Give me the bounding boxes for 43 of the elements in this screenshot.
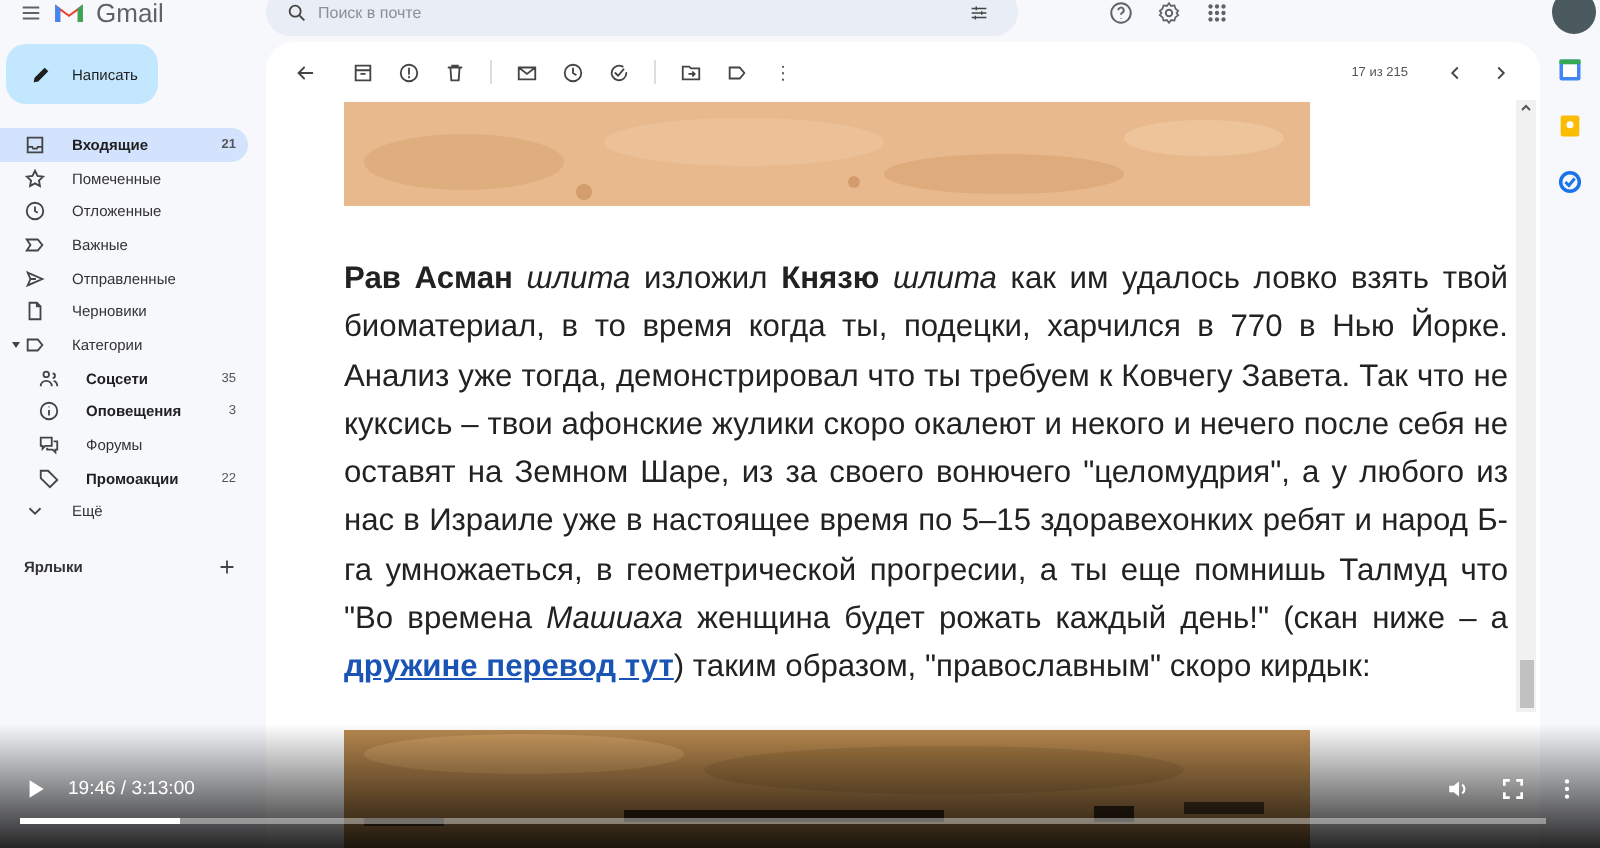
fullscreen-icon[interactable] (1500, 776, 1526, 802)
playback-time: 19:46 / 3:13:00 (68, 778, 195, 800)
tasks-icon[interactable] (1556, 168, 1584, 196)
star-icon (24, 167, 46, 190)
envelope-icon[interactable] (516, 61, 538, 83)
tag-icon (38, 467, 60, 490)
brand-name: Gmail (96, 0, 164, 27)
scrollbar[interactable] (1516, 100, 1536, 712)
scroll-up-icon[interactable] (1518, 100, 1534, 116)
trash-icon[interactable] (444, 61, 466, 83)
calendar-icon[interactable] (1556, 56, 1584, 84)
send-icon (24, 267, 46, 290)
help-icon[interactable] (1108, 0, 1134, 25)
envelope-logo-icon (54, 0, 84, 24)
folder-icon[interactable] (680, 61, 702, 83)
info-icon (38, 400, 60, 423)
archive-icon[interactable] (352, 61, 374, 83)
clock-icon[interactable] (562, 61, 584, 83)
menu-icon[interactable] (20, 1, 42, 23)
document-icon (24, 300, 46, 323)
settings-icon[interactable] (1156, 0, 1182, 25)
inbox-icon (24, 133, 46, 156)
plus-icon[interactable] (216, 556, 238, 579)
search-field[interactable]: Поиск в почте (266, 0, 1018, 36)
important-icon (24, 233, 46, 256)
translation-link[interactable]: дружине перевод тут (344, 650, 674, 685)
search-icon (286, 1, 308, 23)
filter-icon[interactable] (968, 1, 990, 23)
clock-icon (24, 200, 46, 223)
back-arrow-icon[interactable] (294, 61, 316, 83)
progress-bar[interactable] (20, 818, 1546, 824)
people-icon (38, 367, 60, 390)
chat-icon (38, 434, 60, 457)
avatar[interactable] (1552, 0, 1596, 34)
apps-grid-icon[interactable] (1204, 0, 1230, 25)
pencil-icon (30, 63, 52, 85)
message-paragraph: Рав Асман шлита изложил Князю шлита как им удалось ловко взять твой биоматериал, в то время когда ты, подецки, харчился в 770 в Нью Йорке. Анализ уже тогда, демонстрировал что ты требуем к Ковчегу Завета. Так что не куксись – твои афонские жулики скоро окалеют и некого и нечего после себя не оставят на Земном Шаре, из за своего вонючего "целомудрия", а у любого из нас в Израиле уже в настоящее время по 5–15 здоравехонких ребят и народ Б-га умножаеться, в геометрической прогресии, а ты еще помнишь Талмуд что "Во времена Машиаха женщина будет рожать каждый день!" (скан ниже – а дружине перевод тут) таким образом, "православным" скоро кирдык: (344, 260, 1508, 689)
label-icon[interactable] (726, 61, 748, 83)
task-add-icon[interactable] (608, 61, 630, 83)
spam-icon[interactable] (398, 61, 420, 83)
scrollbar-thumb[interactable] (1519, 660, 1533, 708)
expand-caret-icon[interactable] (12, 342, 20, 349)
label-icon (24, 333, 46, 356)
